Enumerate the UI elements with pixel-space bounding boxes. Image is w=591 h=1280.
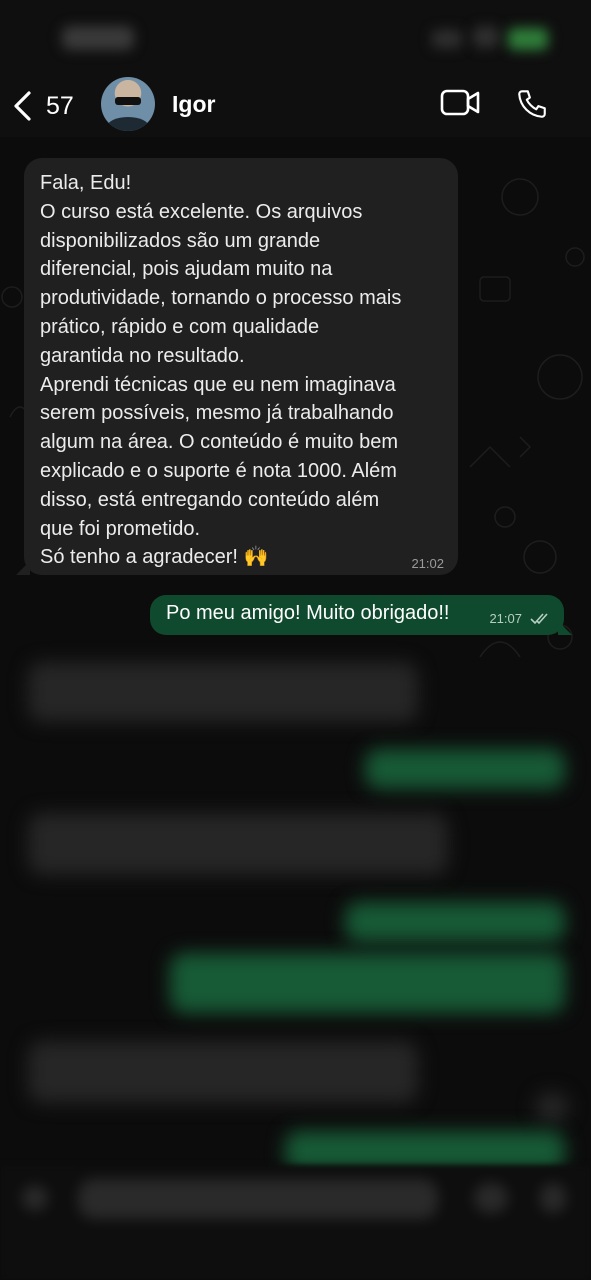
signal-icon	[432, 30, 462, 48]
battery-icon	[508, 28, 548, 50]
double-check-icon	[530, 613, 548, 625]
blurred-message	[28, 1041, 418, 1103]
message-timestamp: 21:02	[411, 556, 444, 571]
blurred-message	[28, 662, 418, 722]
raised-hands-emoji: 🙌	[243, 546, 269, 569]
video-call-icon[interactable]	[440, 88, 480, 118]
message-text: Po meu amigo! Muito obrigado!!	[166, 602, 450, 624]
message-text: Fala, Edu! O curso está excelente. Os ar…	[40, 169, 442, 572]
incoming-message-bubble[interactable]: Fala, Edu! O curso está excelente. Os ar…	[16, 158, 458, 575]
chat-header: 57 Igor	[0, 75, 591, 137]
avatar[interactable]	[101, 77, 155, 131]
outgoing-message-bubble[interactable]: Po meu amigo! Muito obrigado!! 21:07	[150, 595, 572, 635]
phone-icon[interactable]	[515, 87, 549, 121]
chevron-left-icon	[14, 91, 31, 121]
chat-area[interactable]: Fala, Edu! O curso está excelente. Os ar…	[0, 137, 591, 1280]
contact-name[interactable]: Igor	[172, 91, 215, 118]
blurred-message	[170, 953, 565, 1013]
message-body: Fala, Edu! O curso está excelente. Os ar…	[40, 172, 402, 569]
blurred-message	[345, 902, 565, 942]
plus-icon	[22, 1185, 48, 1211]
unread-count: 57	[46, 91, 74, 120]
camera-icon	[474, 1183, 508, 1213]
message-input-bar	[0, 1165, 591, 1280]
blurred-message	[365, 749, 565, 789]
status-time-blurred	[62, 26, 134, 50]
blurred-message	[28, 813, 448, 875]
microphone-icon	[540, 1183, 566, 1213]
status-bar	[0, 0, 591, 75]
message-input	[78, 1179, 438, 1219]
back-button[interactable]: 57	[12, 87, 74, 125]
message-timestamp: 21:07	[489, 611, 522, 626]
scroll-down-button	[535, 1092, 569, 1122]
wifi-icon	[472, 26, 500, 48]
